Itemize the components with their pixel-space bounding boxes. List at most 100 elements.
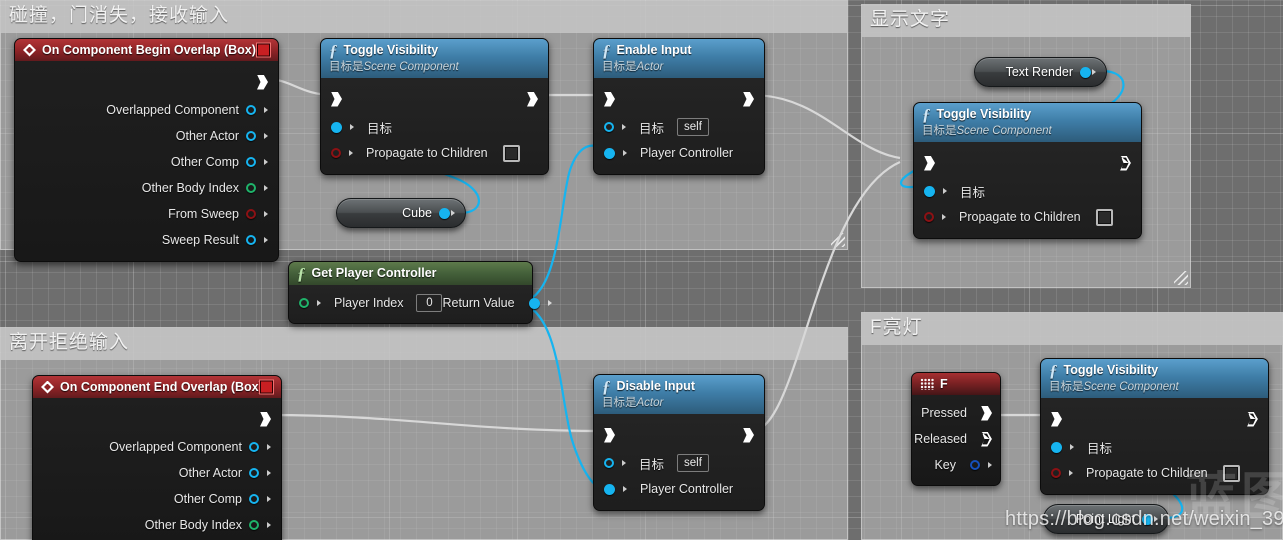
exec-out-pin-icon[interactable] [981,432,992,447]
pin-row-other-actor[interactable]: Other Actor [33,460,281,486]
pin-row-from-sweep[interactable]: From Sweep [15,201,278,227]
target-self-value[interactable]: self [677,454,709,472]
exec-in-pin-icon[interactable] [604,91,615,107]
resize-grip-icon[interactable] [1174,271,1188,285]
exec-out-pin-icon[interactable] [1120,156,1131,171]
bool-pin-icon[interactable] [924,212,934,222]
struct-pin-icon[interactable] [246,235,256,245]
pin-row-exec[interactable] [914,148,1141,178]
object-pin-icon[interactable] [528,297,540,309]
exec-out-pin-icon[interactable] [743,427,754,443]
pin-row-sweep-result[interactable]: Sweep Result [15,227,278,253]
exec-in-pin-icon[interactable] [1051,411,1062,427]
int-pin-icon[interactable] [246,183,256,193]
int-pin-icon[interactable] [299,298,309,308]
pin-row-player-index-return-value[interactable]: Player Index 0 Return Value [289,289,552,317]
node-subtitle: 目标是Actor [602,394,756,410]
exec-out-pin-icon[interactable] [527,91,538,107]
pin-label: Other Body Index [144,518,242,532]
exec-out-pin-icon[interactable] [1247,412,1258,427]
pin-row-propagate-to-children[interactable]: Propagate to Children [914,204,1141,230]
pin-row-overlapped-component[interactable]: Overlapped Component [33,434,281,460]
pin-row-propagate-to-children[interactable]: Propagate to Children [321,140,548,166]
object-pin-icon[interactable] [604,122,614,132]
object-pin-icon[interactable] [604,458,614,468]
propagate-to-children-checkbox[interactable] [1095,208,1113,226]
bool-pin-icon[interactable] [1051,468,1061,478]
node-on-component-begin-overlap[interactable]: On Component Begin Overlap (Box) Overlap… [14,38,279,262]
propagate-to-children-checkbox[interactable] [502,144,520,162]
object-pin-icon[interactable] [246,105,256,115]
object-pin-icon[interactable] [246,157,256,167]
node-title-text: On Component Begin Overlap (Box) [42,43,256,57]
object-pin-icon[interactable] [1080,66,1091,78]
exec-in-pin-icon[interactable] [924,155,935,171]
exec-in-pin-icon[interactable] [331,91,342,107]
object-pin-icon[interactable] [924,185,935,197]
object-pin-icon[interactable] [246,131,256,141]
pin-label: 目标 [367,121,393,136]
pin-row-target[interactable]: 目标 self [594,114,764,140]
object-pin-icon[interactable] [249,442,259,452]
pin-row-other-comp[interactable]: Other Comp [15,149,278,175]
struct-pin-icon[interactable] [970,460,980,470]
node-toggle-visibility-1[interactable]: ƒ Toggle Visibility 目标是Scene Component 目… [320,38,549,175]
pin-row-key[interactable]: Key [912,452,1000,478]
stop-recording-button[interactable] [259,379,274,395]
object-pin-icon[interactable] [249,468,259,478]
pin-row-exec-out[interactable] [33,404,281,434]
pin-row-pressed[interactable]: Pressed [912,400,1000,426]
pin-row-exec[interactable] [1041,404,1268,434]
pin-row-target[interactable]: 目标 [321,114,548,140]
pin-row-exec-out[interactable] [15,67,278,97]
pin-row-other-actor[interactable]: Other Actor [15,123,278,149]
pin-row-released[interactable]: Released [912,426,1000,452]
exec-out-pin-icon[interactable] [260,411,271,427]
target-self-value[interactable]: self [677,118,709,136]
exec-out-pin-icon[interactable] [981,405,992,421]
node-subtitle-prefix: 目标是 [1049,381,1084,393]
pin-row-exec[interactable] [594,420,764,450]
int-pin-icon[interactable] [249,520,259,530]
variable-node-cube[interactable]: Cube [336,198,466,228]
node-subtitle: 目标是Scene Component [1049,378,1260,394]
exec-out-pin-icon[interactable] [257,74,268,90]
exec-out-pin-icon[interactable] [743,91,754,107]
pin-row-overlapped-component[interactable]: Overlapped Component [15,97,278,123]
pin-row-target[interactable]: 目标 self [594,450,764,476]
blueprint-graph-canvas[interactable]: 碰撞，门消失，接收输入 离开拒绝输入 显示文字 F亮灯 On Component… [0,0,1283,540]
bool-pin-icon[interactable] [331,148,341,158]
pin-row-other-body-index[interactable]: Other Body Index [15,175,278,201]
pin-row-other-body-index[interactable]: Other Body Index [33,512,281,538]
node-enable-input[interactable]: ƒ Enable Input 目标是Actor 目标 self Player C… [593,38,765,175]
object-pin-icon[interactable] [604,147,615,159]
node-on-component-end-overlap[interactable]: On Component End Overlap (Box) Overlappe… [32,375,282,540]
comment-title-flight: F亮灯 [862,313,1282,345]
node-body: Pressed Released Key [912,395,1000,485]
object-pin-icon[interactable] [331,121,342,133]
pin-row-exec[interactable] [594,84,764,114]
pin-label: 目标 [639,121,665,136]
event-diamond-icon [41,380,54,394]
node-toggle-visibility-2[interactable]: ƒ Toggle Visibility 目标是Scene Component 目… [913,102,1142,239]
object-pin-icon[interactable] [1051,441,1062,453]
player-index-input[interactable]: 0 [416,294,443,312]
object-pin-icon[interactable] [604,483,615,495]
pin-label: Player Controller [640,146,734,160]
pin-row-target[interactable]: 目标 [914,178,1141,204]
pin-row-player-controller[interactable]: Player Controller [594,140,764,166]
variable-node-text-render[interactable]: Text Render [974,57,1107,87]
pin-row-other-comp[interactable]: Other Comp [33,486,281,512]
resize-grip-icon[interactable] [831,233,845,247]
pin-row-exec[interactable] [321,84,548,114]
node-disable-input[interactable]: ƒ Disable Input 目标是Actor 目标 self Player … [593,374,765,511]
exec-in-pin-icon[interactable] [604,427,615,443]
pin-arrow-icon [623,150,627,156]
object-pin-icon[interactable] [439,207,450,219]
object-pin-icon[interactable] [249,494,259,504]
stop-recording-button[interactable] [256,42,271,58]
pin-row-player-controller[interactable]: Player Controller [594,476,764,502]
node-key-event-f[interactable]: F Pressed Released Key [911,372,1001,486]
node-get-player-controller[interactable]: ƒ Get Player Controller Player Index 0 R… [288,261,552,324]
bool-pin-icon[interactable] [246,209,256,219]
